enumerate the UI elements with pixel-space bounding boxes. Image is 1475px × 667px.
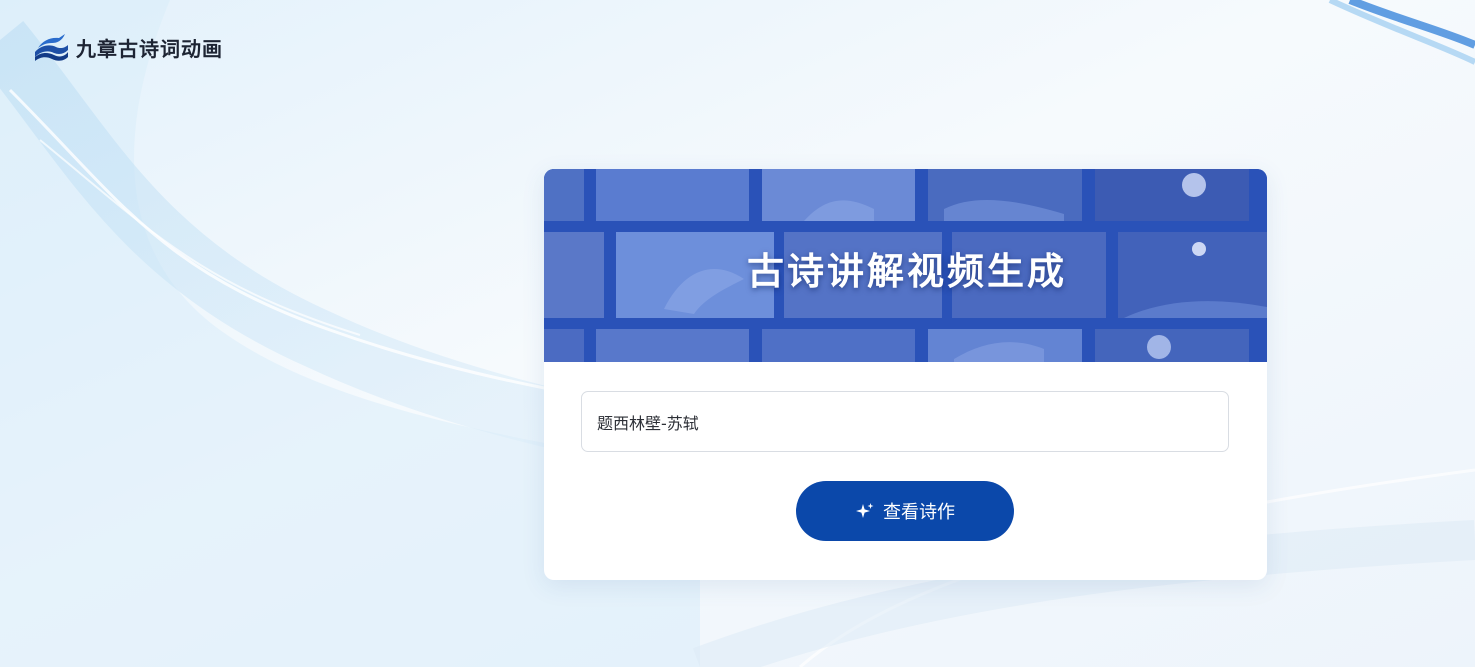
app-logo[interactable]: 九章古诗词动画 xyxy=(32,30,223,64)
banner: 古诗讲解视频生成 xyxy=(544,169,1267,362)
sparkle-icon xyxy=(856,503,874,518)
view-poem-button[interactable]: 查看诗作 xyxy=(796,481,1014,541)
book-wave-logo-icon xyxy=(35,34,68,61)
app-logo-text: 九章古诗词动画 xyxy=(76,36,223,61)
poem-generator-card: 古诗讲解视频生成 查看诗作 xyxy=(544,169,1267,580)
poem-input-wrapper xyxy=(581,391,1229,452)
view-poem-button-label: 查看诗作 xyxy=(883,502,955,523)
banner-title: 古诗讲解视频生成 xyxy=(747,250,1067,293)
poem-search-input[interactable] xyxy=(582,392,1228,451)
